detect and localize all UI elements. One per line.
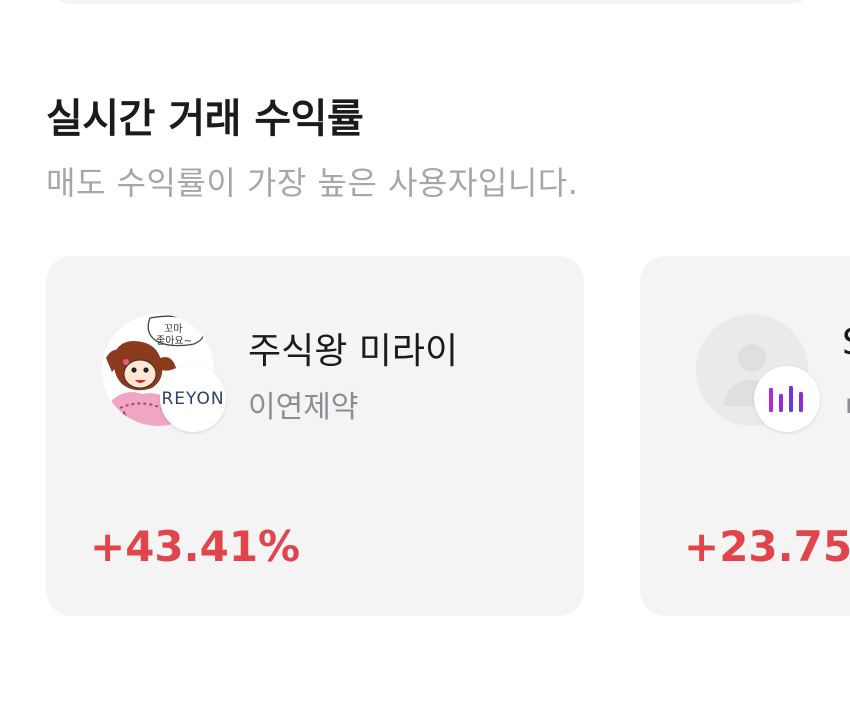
trader-name: 주식왕 미라이 (248, 331, 459, 372)
return-rate: +43.41% (90, 522, 301, 571)
section-title: 실시간 거래 수익률 (46, 96, 364, 142)
previous-section-card (46, 0, 816, 4)
sound-bars-icon (769, 386, 803, 412)
stock-logo-badge: REYON (160, 366, 226, 432)
trader-card[interactable]: 꼬마 좋아요~ REYON 주식왕 미라이 이연제약 +43.41% (46, 256, 584, 616)
stock-name: 이연제약 (248, 390, 359, 425)
stock-name: ㅁ (842, 382, 850, 426)
realtime-returns-screen: 실시간 거래 수익률 매도 수익률이 가장 높은 사용자입니다. 꼬마 좋아요~ (0, 0, 850, 708)
avatar-caption-line-2: 좋아요~ (156, 335, 192, 347)
stock-logo-badge (754, 366, 820, 432)
section-subtitle: 매도 수익률이 가장 높은 사용자입니다. (46, 164, 579, 202)
trader-name: S (842, 322, 850, 363)
reyon-logo-icon: REYON (161, 389, 225, 409)
trader-card-carousel[interactable]: 꼬마 좋아요~ REYON 주식왕 미라이 이연제약 +43.41% +23.7… (46, 256, 850, 616)
trader-card[interactable]: S ㅁ +23.75% (640, 256, 850, 616)
return-rate: +23.75% (684, 522, 850, 571)
avatar-caption-line-1: 꼬마 (164, 323, 182, 335)
